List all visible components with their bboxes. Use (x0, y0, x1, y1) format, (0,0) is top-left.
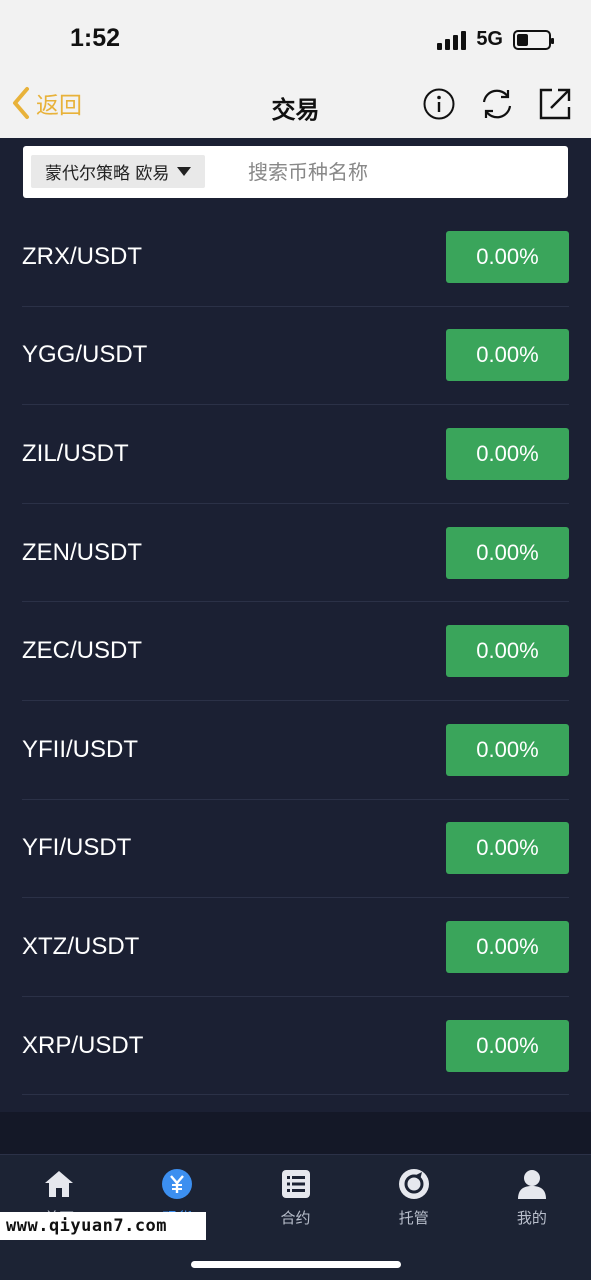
exchange-select[interactable]: 蒙代尔策略 欧易 (31, 155, 206, 188)
custody-icon (397, 1167, 431, 1201)
list-footer-spacer (0, 1112, 591, 1154)
pair-name: YFI/USDT (22, 834, 132, 862)
pair-row[interactable]: XRP/USDT 0.00% (22, 997, 569, 1096)
search-box: 蒙代尔策略 欧易 (23, 146, 568, 198)
pair-name: ZIL/USDT (22, 439, 129, 467)
change-badge[interactable]: 0.00% (446, 723, 569, 776)
change-badge[interactable]: 0.00% (446, 920, 569, 973)
caret-down-icon (177, 167, 192, 176)
pair-name: XRP/USDT (22, 1031, 144, 1059)
change-badge[interactable]: 0.00% (446, 427, 569, 480)
search-bar: 蒙代尔策略 欧易 (0, 138, 591, 208)
nav-actions (421, 86, 573, 122)
battery-icon (513, 29, 554, 50)
network-type: 5G (476, 28, 503, 50)
list-icon (279, 1167, 313, 1201)
change-badge[interactable]: 0.00% (446, 1019, 569, 1072)
back-label: 返回 (36, 93, 82, 119)
pair-row[interactable]: XTZ/USDT 0.00% (22, 898, 569, 997)
change-badge[interactable]: 0.00% (446, 230, 569, 283)
pair-row[interactable]: ZEN/USDT 0.00% (22, 504, 569, 603)
battery-fill (517, 33, 528, 46)
signal-icon (437, 30, 467, 50)
yuan-icon (160, 1167, 194, 1201)
tab-label: 我的 (516, 1209, 547, 1227)
pair-name: XTZ/USDT (22, 932, 140, 960)
info-button[interactable] (421, 86, 457, 122)
home-icon (42, 1167, 76, 1201)
user-icon (515, 1167, 549, 1201)
search-input[interactable] (248, 156, 548, 188)
status-time: 1:52 (70, 24, 121, 52)
watermark-text: www.qiyuan7.com (6, 1216, 168, 1236)
back-button[interactable]: 返回 (10, 86, 82, 120)
pair-name: YGG/USDT (22, 341, 148, 369)
refresh-button[interactable] (479, 86, 515, 122)
exchange-label: 蒙代尔策略 欧易 (45, 164, 170, 184)
pair-row[interactable]: ZRX/USDT 0.00% (22, 208, 569, 307)
status-bar: 1:52 5G (0, 0, 591, 78)
info-icon (423, 88, 455, 120)
tab-mine[interactable]: 我的 (473, 1155, 591, 1235)
pair-name: ZRX/USDT (22, 242, 142, 270)
pair-list: ZRX/USDT 0.00% YGG/USDT 0.00% ZIL/USDT 0.00% Z… (0, 208, 591, 1112)
tab-label: 托管 (398, 1209, 429, 1227)
change-badge[interactable]: 0.00% (446, 526, 569, 579)
pair-row[interactable]: YFII/USDT 0.00% (22, 701, 569, 800)
status-indicators: 5G (437, 28, 554, 51)
home-indicator (191, 1261, 401, 1268)
change-badge[interactable]: 0.00% (446, 822, 569, 875)
tab-contract[interactable]: 合约 (236, 1155, 354, 1235)
tab-label: 合约 (280, 1209, 311, 1227)
pair-name: ZEC/USDT (22, 637, 142, 665)
refresh-icon (482, 89, 512, 119)
share-icon (539, 88, 571, 120)
tab-custody[interactable]: 托管 (355, 1155, 473, 1235)
pair-row[interactable]: ZEC/USDT 0.00% (22, 602, 569, 701)
nav-bar: 返回 交易 (0, 78, 591, 138)
pair-row[interactable]: ZIL/USDT 0.00% (22, 405, 569, 504)
pair-row[interactable]: YGG/USDT 0.00% (22, 307, 569, 406)
watermark: www.qiyuan7.com (0, 1212, 206, 1240)
pair-row[interactable]: YFI/USDT 0.00% (22, 800, 569, 899)
pair-name: ZEN/USDT (22, 538, 142, 566)
share-button[interactable] (537, 86, 573, 122)
chevron-left-icon (13, 87, 29, 119)
change-badge[interactable]: 0.00% (446, 625, 569, 678)
pair-name: YFII/USDT (22, 735, 139, 763)
change-badge[interactable]: 0.00% (446, 329, 569, 382)
